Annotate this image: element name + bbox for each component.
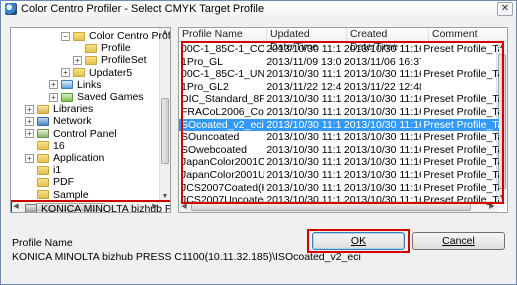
expand-icon[interactable]: +	[73, 55, 82, 65]
tree-item-label: 16	[53, 139, 65, 152]
column-header-updated[interactable]: Updated Date/Time	[267, 28, 347, 53]
column-header-comment[interactable]: Comment	[429, 28, 507, 42]
tree-item[interactable]: + Links	[49, 79, 102, 91]
tree-item-label: Saved Games	[77, 91, 144, 103]
tree-item-label: Profile	[101, 42, 131, 55]
tree-item-label: Links	[77, 78, 102, 91]
expand-icon[interactable]: +	[25, 116, 34, 126]
tree-item[interactable]: i1	[25, 164, 61, 176]
tree-item-label: i1	[53, 164, 62, 177]
tree-item-label: PDF	[53, 176, 74, 189]
scroll-down-arrow-icon[interactable]: ▼	[160, 192, 170, 202]
saved-games-icon	[61, 92, 73, 102]
tree-vertical-scrollbar[interactable]: ▲ ▼	[159, 28, 170, 202]
tree-item-label: Sample	[53, 188, 89, 201]
tree-item-label: Color Centro Profiler	[89, 30, 171, 42]
folder-icon	[37, 141, 49, 151]
folder-icon	[37, 165, 49, 175]
tree-item-label: Libraries	[53, 103, 94, 116]
collapse-icon[interactable]: −	[61, 31, 70, 41]
folder-tree[interactable]: ▲ ▼ ◀ ▶ −Color Centro ProfilerProfile+Pr…	[10, 27, 171, 213]
tree-item-label: KONICA MINOLTA bizhub PRESS	[41, 202, 170, 213]
folder-icon	[37, 190, 49, 200]
tree-item[interactable]: + ProfileSet	[73, 54, 147, 66]
expand-icon[interactable]: +	[61, 68, 70, 78]
column-header-created[interactable]: Created Date/Time	[347, 28, 429, 53]
tree-item-label: ProfileSet	[101, 54, 147, 67]
tree-item[interactable]: + Updater5	[61, 67, 132, 79]
expand-icon[interactable]: +	[25, 104, 34, 114]
title-bar: Color Centro Profiler - Select CMYK Targ…	[1, 1, 516, 17]
folder-icon	[37, 177, 49, 187]
tree-item[interactable]: + Control Panel	[25, 128, 117, 140]
tree-item[interactable]: + Saved Games	[49, 91, 144, 103]
network-icon	[37, 116, 49, 126]
libraries-icon	[37, 104, 49, 114]
tree-item[interactable]: KONICA MINOLTA bizhub PRESS	[11, 199, 170, 213]
tree-item-label: Application	[53, 152, 105, 164]
folder-icon	[73, 68, 85, 78]
links-icon	[61, 80, 73, 90]
folder-icon	[73, 31, 85, 41]
highlight-frame-list	[181, 41, 504, 204]
profile-name-label: Profile Name	[12, 237, 73, 249]
folder-icon	[85, 43, 97, 53]
cancel-button[interactable]: Cancel	[412, 232, 505, 250]
list-header: Profile Name Updated Date/Time Created D…	[179, 28, 507, 53]
column-header-profile-name[interactable]: Profile Name	[179, 28, 267, 42]
tree-item[interactable]: PDF	[25, 176, 74, 188]
expand-icon[interactable]: +	[25, 129, 34, 139]
tree-item-label: Control Panel	[53, 127, 117, 140]
close-button[interactable]: ✕	[497, 2, 513, 16]
tree-item[interactable]: 16	[25, 140, 65, 152]
control-panel-icon	[37, 129, 49, 139]
tree-item-label: Updater5	[89, 66, 133, 79]
highlight-frame-ok	[307, 229, 410, 253]
folder-icon	[85, 55, 97, 65]
tree-scroll-thumb[interactable]	[161, 98, 169, 164]
expand-icon[interactable]: +	[49, 92, 58, 102]
tree-item[interactable]: + Network	[25, 115, 92, 127]
expand-icon[interactable]: +	[25, 153, 34, 163]
tree-item[interactable]: + Libraries	[25, 103, 93, 115]
tree-item-label: Network	[53, 115, 92, 128]
app-icon	[5, 3, 17, 15]
tree-item[interactable]: Sample	[25, 189, 89, 201]
dialog-window: Color Centro Profiler - Select CMYK Targ…	[0, 0, 517, 285]
mfp-icon	[25, 204, 37, 212]
window-title: Color Centro Profiler - Select CMYK Targ…	[21, 3, 265, 15]
tree-item[interactable]: + Application	[25, 152, 104, 164]
tree-item[interactable]: − Color Centro Profiler	[61, 30, 171, 42]
tree-item[interactable]: Profile	[73, 42, 131, 54]
folder-icon	[37, 153, 49, 163]
expand-icon[interactable]: +	[49, 80, 58, 90]
cancel-label: Cancel	[442, 235, 475, 247]
